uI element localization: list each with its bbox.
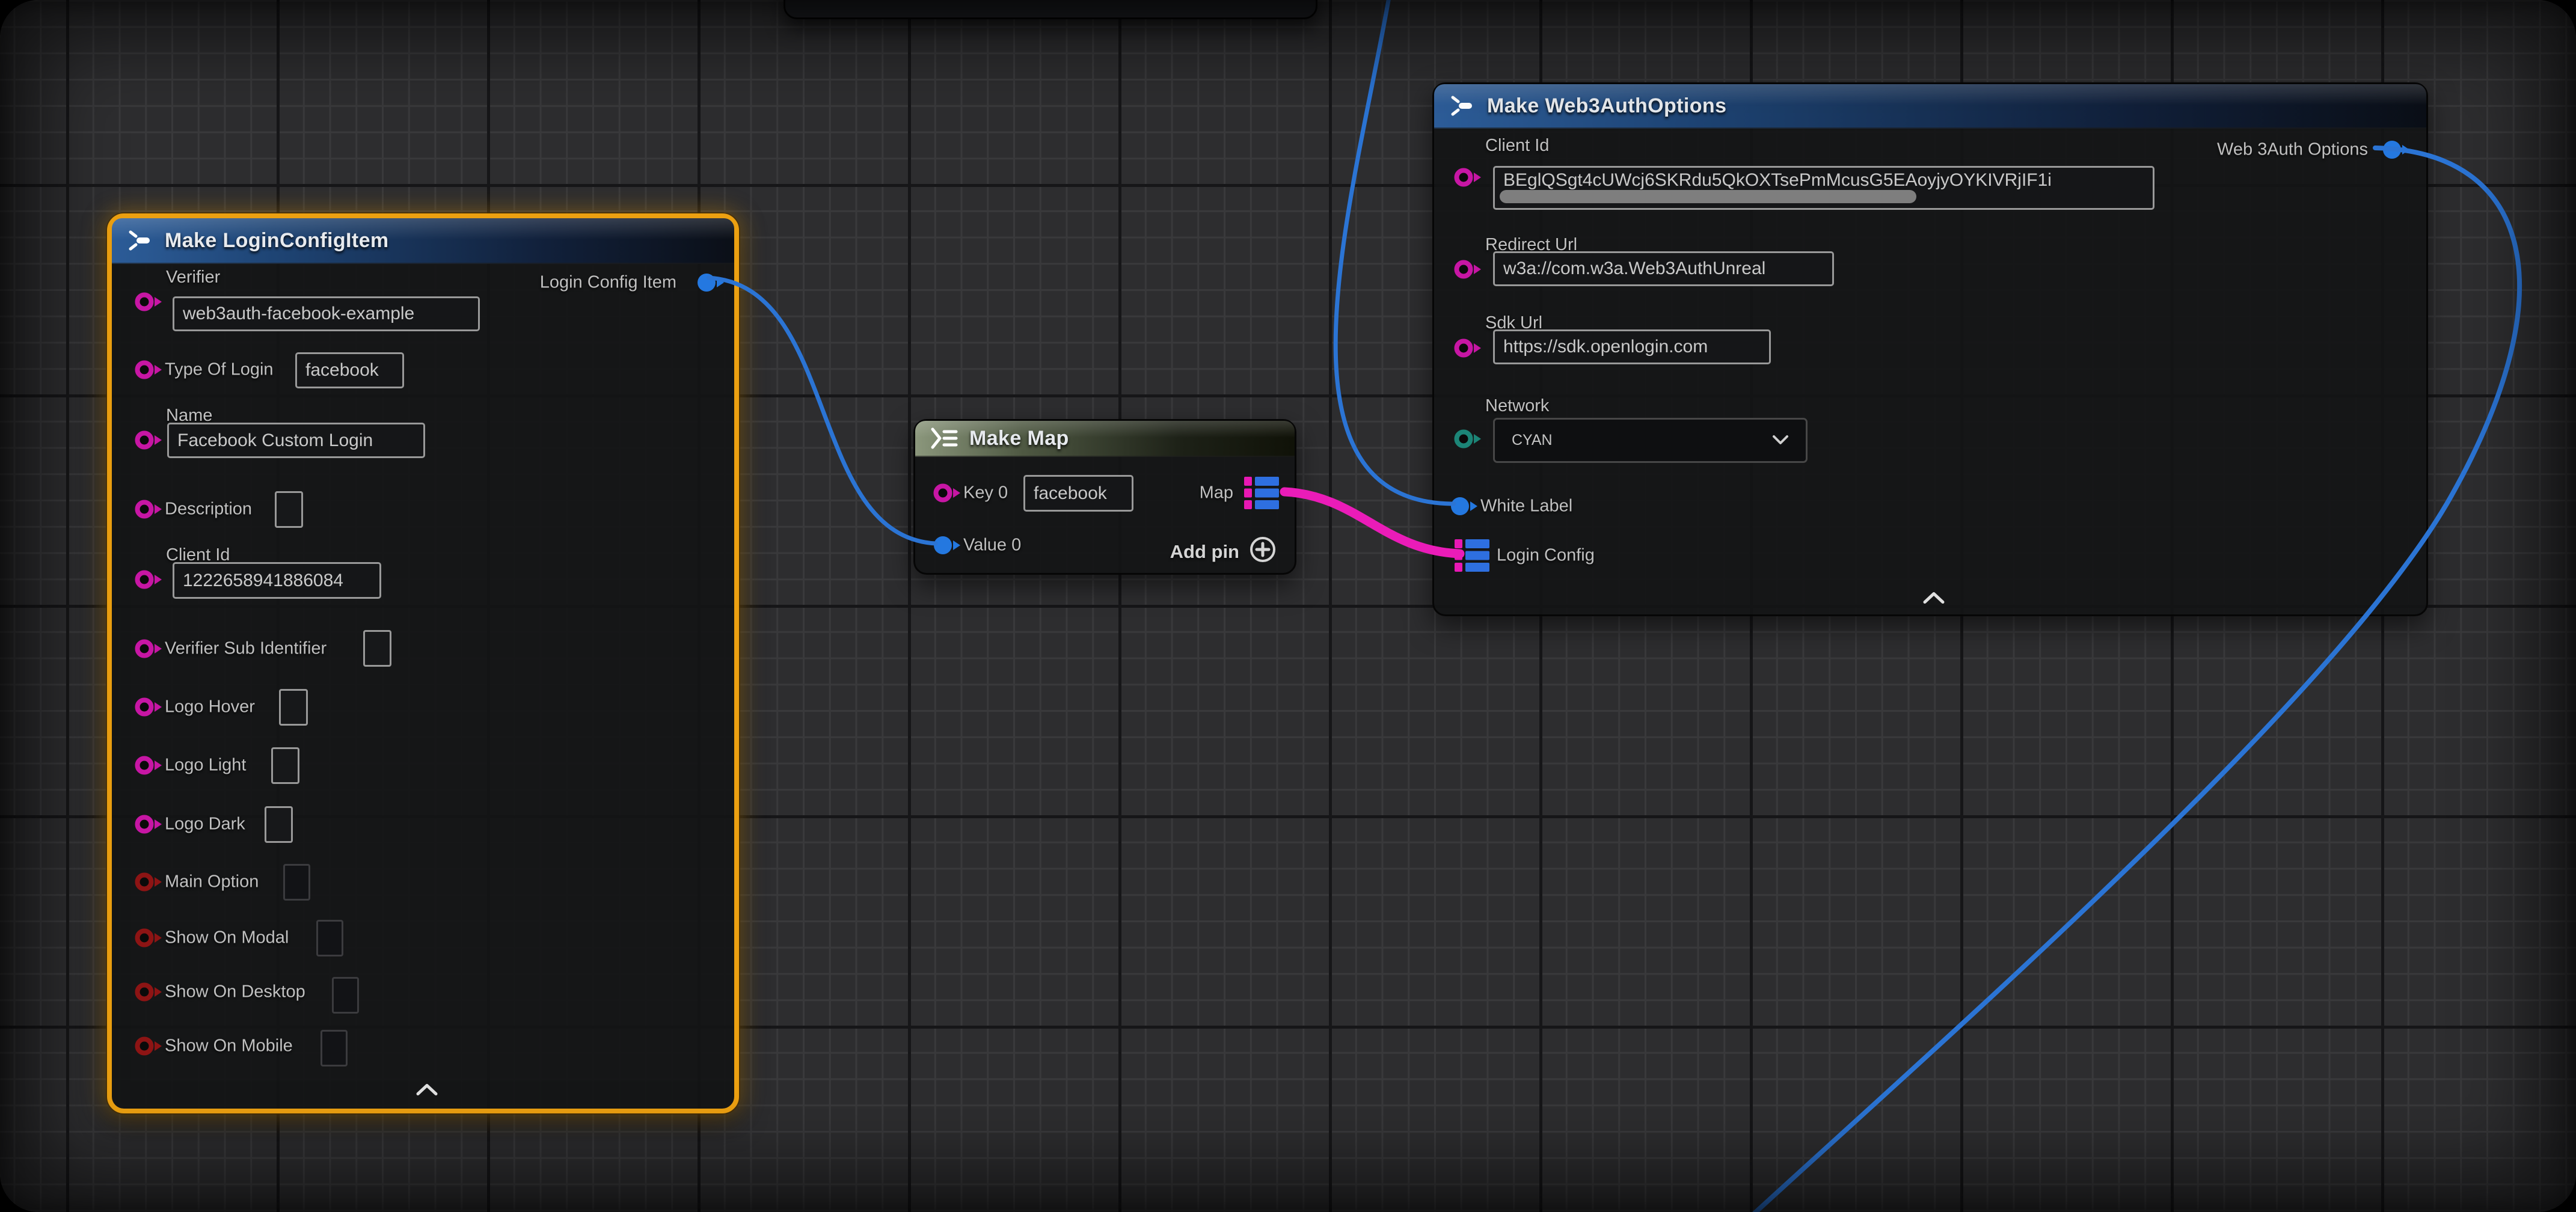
pin-label-verifier-sub-identifier: Verifier Sub Identifier: [165, 640, 327, 658]
node-make-web3authoptions: Make Web3AuthOptions Client Id BEglQSgt4cU…: [1432, 82, 2428, 616]
textbox-description[interactable]: [275, 491, 303, 528]
textbox-value: 1222658941886084: [183, 571, 343, 591]
textbox-value: Facebook Custom Login: [177, 430, 373, 451]
output-pin-login-config-item[interactable]: [697, 272, 726, 296]
wire-loginconfigitem-to-value0[interactable]: [708, 278, 936, 543]
pin-label-logo-light: Logo Light: [165, 757, 246, 774]
collapse-node-button[interactable]: [1922, 592, 1945, 608]
input-pin-description[interactable]: [135, 498, 164, 523]
pin-label-login-config: Login Config: [1497, 547, 1595, 565]
pin-label-value-0: Value 0: [963, 537, 1021, 554]
output-pin-map[interactable]: [1244, 477, 1279, 512]
textbox-type-of-login[interactable]: facebook: [295, 352, 404, 388]
textbox-name[interactable]: Facebook Custom Login: [167, 423, 425, 458]
make-struct-icon: [1449, 95, 1476, 117]
node-header-make-loginconfigitem[interactable]: Make LoginConfigItem: [112, 218, 734, 264]
dropdown-value: CYAN: [1512, 432, 1553, 449]
input-pin-value-0[interactable]: [933, 534, 962, 559]
input-pin-logo-hover[interactable]: [135, 696, 164, 721]
horizontal-scrollbar[interactable]: [1500, 190, 1916, 203]
textbox-key-0[interactable]: facebook: [1023, 475, 1133, 512]
input-pin-key-0[interactable]: [933, 482, 962, 507]
pin-label-show-on-modal: Show On Modal: [165, 929, 289, 947]
textbox-value: facebook: [305, 360, 379, 381]
node-title: Make Map: [969, 427, 1069, 450]
pin-label-key-0: Key 0: [963, 485, 1008, 502]
pin-label-white-label: White Label: [1480, 498, 1572, 515]
input-pin-client-id[interactable]: [1454, 167, 1483, 191]
textbox-redirect-url[interactable]: w3a://com.w3a.Web3AuthUnreal: [1493, 251, 1834, 286]
textbox-verifier-sub-identifier[interactable]: [363, 630, 391, 667]
node-title: Make LoginConfigItem: [165, 229, 389, 252]
node-header-make-map[interactable]: Make Map: [915, 421, 1295, 457]
output-pin-web-3auth-options[interactable]: [2382, 139, 2411, 164]
textbox-value: https://sdk.openlogin.com: [1503, 337, 1708, 357]
pin-label-show-on-mobile: Show On Mobile: [165, 1038, 293, 1055]
input-pin-name[interactable]: [135, 429, 164, 454]
input-pin-sdk-url[interactable]: [1454, 337, 1483, 362]
dropdown-network[interactable]: CYAN: [1493, 418, 1808, 463]
input-pin-verifier-sub-identifier[interactable]: [135, 638, 164, 663]
collapse-node-button[interactable]: [416, 1083, 438, 1100]
add-pin-button[interactable]: Add pin: [1170, 536, 1277, 568]
input-pin-show-on-modal[interactable]: [135, 927, 164, 952]
pin-label-network: Network: [1485, 397, 1549, 415]
checkbox-show-on-mobile[interactable]: [320, 1030, 348, 1067]
chevron-up-icon: [416, 1089, 438, 1099]
pin-label-web-3auth-options: Web 3Auth Options: [2217, 141, 2368, 159]
node-header-make-web3authoptions[interactable]: Make Web3AuthOptions: [1434, 84, 2426, 129]
blueprint-graph-canvas[interactable]: Make LoginConfigItem Verifier web3auth-fac…: [0, 0, 2576, 1212]
node-make-loginconfigitem: Make LoginConfigItem Verifier web3auth-fac…: [107, 213, 739, 1113]
textbox-client-id[interactable]: 1222658941886084: [173, 562, 381, 599]
add-pin-label: Add pin: [1170, 541, 1239, 563]
input-pin-verifier[interactable]: [135, 291, 164, 316]
pin-label-client-id: Client Id: [1485, 137, 1549, 155]
input-pin-login-config[interactable]: [1455, 539, 1489, 575]
chevron-down-icon: [1772, 432, 1789, 449]
offscreen-node-partial[interactable]: [784, 0, 1317, 19]
pin-label-type-of-login: Type Of Login: [165, 361, 274, 379]
make-struct-icon: [126, 230, 154, 251]
pin-label-description: Description: [165, 501, 252, 518]
input-pin-show-on-mobile[interactable]: [135, 1035, 164, 1060]
textbox-logo-dark[interactable]: [265, 806, 293, 843]
node-make-map: Make Map Key 0 facebook Map Value 0 Add pin: [913, 419, 1296, 575]
input-pin-white-label[interactable]: [1450, 495, 1479, 520]
textbox-value: w3a://com.w3a.Web3AuthUnreal: [1503, 259, 1765, 279]
pin-label-verifier: Verifier: [166, 269, 220, 286]
chevron-up-icon: [1922, 597, 1945, 607]
pin-label-login-config-item: Login Config Item: [540, 274, 676, 292]
input-pin-logo-light[interactable]: [135, 754, 164, 779]
input-pin-client-id[interactable]: [135, 569, 164, 593]
textbox-verifier[interactable]: web3auth-facebook-example: [173, 296, 480, 331]
node-title: Make Web3AuthOptions: [1487, 94, 1726, 118]
checkbox-show-on-modal[interactable]: [316, 920, 343, 956]
make-map-icon: [930, 426, 958, 450]
textbox-logo-hover[interactable]: [279, 689, 308, 726]
input-pin-show-on-desktop[interactable]: [135, 981, 164, 1006]
checkbox-show-on-desktop[interactable]: [332, 977, 359, 1014]
add-pin-icon: [1249, 536, 1277, 568]
input-pin-redirect-url[interactable]: [1454, 259, 1483, 283]
textbox-sdk-url[interactable]: https://sdk.openlogin.com: [1493, 329, 1771, 364]
input-pin-type-of-login[interactable]: [135, 359, 164, 384]
pin-label-client-id: Client Id: [166, 546, 230, 564]
textbox-client-id[interactable]: BEglQSgt4cUWcj6SKRdu5QkOXTsePmMcusG5EAoy…: [1493, 166, 2154, 210]
textbox-value: BEglQSgt4cUWcj6SKRdu5QkOXTsePmMcusG5EAoy…: [1503, 170, 2052, 191]
pin-label-map: Map: [1200, 485, 1233, 502]
textbox-value: facebook: [1034, 483, 1107, 504]
input-pin-logo-dark[interactable]: [135, 813, 164, 838]
pin-label-logo-hover: Logo Hover: [165, 699, 255, 716]
pin-label-main-option: Main Option: [165, 874, 259, 891]
pin-label-name: Name: [166, 407, 212, 424]
pin-label-show-on-desktop: Show On Desktop: [165, 984, 305, 1001]
pin-label-logo-dark: Logo Dark: [165, 816, 245, 833]
input-pin-network[interactable]: [1454, 428, 1483, 453]
checkbox-main-option[interactable]: [283, 864, 310, 901]
textbox-value: web3auth-facebook-example: [183, 304, 414, 324]
textbox-logo-light[interactable]: [271, 747, 299, 784]
input-pin-main-option[interactable]: [135, 871, 164, 896]
